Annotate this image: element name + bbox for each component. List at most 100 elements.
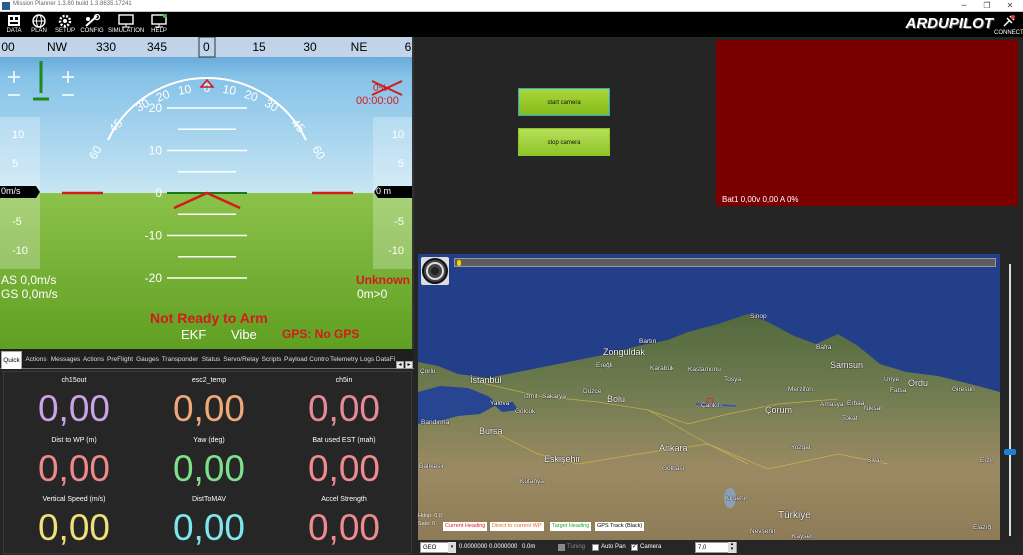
tuning-checkbox[interactable] [558,544,565,551]
quick-label: ch15out [61,377,87,384]
close-button[interactable]: ✕ [999,0,1021,12]
alt-current: 0 m [376,186,392,196]
map-place: Ordu [908,378,929,388]
flight-map[interactable]: Sinop Bartın Bafra Zonguldak Samsun Çorl… [418,254,1000,540]
tab-actions[interactable]: Actions [24,351,48,369]
data-icon [8,15,20,26]
quick-cell[interactable]: ch5in 0,00 [276,374,412,435]
progress-knob[interactable] [457,260,461,266]
flight-timer: 00:00:00 [356,95,399,107]
legend-current-heading: Current Heading [443,522,488,531]
tab-payload-control[interactable]: Payload Control [284,351,329,369]
speed-tape-label: 5 [12,158,18,170]
quick-label: Yaw (deg) [193,437,225,444]
map-place: Ünye [884,376,900,383]
tab-telemetry-logs[interactable]: Telemetry Logs [330,351,374,369]
legend-gps-track: GPS Track (Black) [595,522,645,531]
map-place: Niksar [864,405,883,412]
map-place: Sinop [750,313,767,320]
map-place: Karabük [650,365,675,372]
pitch-tick-label: 20 [149,101,163,115]
simulation-button[interactable]: SIMULATION [108,13,144,37]
hud-display: 00 NW 330 345 15 30 NE 6 60 45 30 20 10 0 10 20 30 45 60 … [0,37,414,349]
pitch-tick-label: 10 [149,144,163,158]
quick-cell[interactable]: Accel Strength 0,00 [276,493,412,554]
tab-quick[interactable]: Quick [1,351,22,369]
data-tabs: Quick Actions Messages Actions PreFlight… [0,349,414,369]
start-camera-button[interactable]: start camera [518,88,610,116]
camera-checkbox[interactable]: ✓ [631,544,638,551]
quick-cell[interactable]: Vertical Speed (m/s) 0,00 [6,493,142,554]
heading-tick-label: NE [351,40,368,54]
tab-messages[interactable]: Messages [50,351,81,369]
tuning-label: Tuning [567,544,586,550]
coordinates-readout: 0.0000000 0.0000000 [459,544,518,550]
quick-value: 0,00 [172,388,245,429]
help-button[interactable]: HELP [145,13,173,37]
map-place: Tosya [724,376,741,383]
map-place: Giresun [952,386,975,393]
quick-label: Vertical Speed (m/s) [42,496,106,503]
zoom-thumb[interactable] [1004,449,1016,455]
quick-cell[interactable]: ch15out 0,00 [6,374,142,435]
battery-percent: 0% [373,83,388,94]
tab-scripts[interactable]: Scripts [260,351,283,369]
window-title-bar: Mission Planner 1.3.80 build 1.3.8635.17… [0,0,1023,12]
quick-cell[interactable]: Bat used EST (mah) 0,00 [276,434,412,495]
map-compass[interactable] [421,257,449,285]
alt-tape-label: -5 [394,216,404,228]
map-place: Çankırı [701,402,722,409]
quick-cell[interactable]: DistToMAV 0,00 [141,493,277,554]
quick-label: DistToMAV [191,496,227,503]
mission-progress-bar[interactable] [454,258,996,267]
stop-camera-button[interactable]: stop camera [518,128,610,156]
map-imagery [418,254,1000,540]
setup-button[interactable]: SETUP [51,13,79,37]
tab-scroll-left-icon[interactable]: ◂ [396,361,404,369]
ekf-status[interactable]: EKF [181,327,206,342]
roll-tick-label: 10 [177,82,193,98]
map-place: Erzin [980,457,995,464]
alt-tape-label: 10 [392,129,404,141]
map-place: Tokat [842,415,858,422]
minimize-button[interactable]: ─ [953,0,975,12]
gps-status: GPS: No GPS [282,327,360,341]
map-place: Düzce [583,388,602,395]
connect-button[interactable]: CONNECT [994,13,1023,37]
quick-cell[interactable]: Dist to WP (m) 0,00 [6,434,142,495]
tab-preflight[interactable]: PreFlight [106,351,134,369]
map-place: Kütahya [520,478,544,485]
quick-cell[interactable]: Yaw (deg) 0,00 [141,434,277,495]
zoom-stepper-icon[interactable]: ▴ ▾ [728,542,736,553]
maximize-button[interactable]: ❐ [976,0,998,12]
simulation-label: SIMULATION [108,28,145,34]
plan-button[interactable]: PLAN [25,13,53,37]
tab-transponder[interactable]: Transponder [161,351,199,369]
map-zoom-slider[interactable] [1000,254,1023,540]
map-place: Bartın [639,338,657,345]
map-place: Çorlu [420,368,436,375]
speed-tape-label: -10 [12,245,28,257]
config-button[interactable]: CONFIG [78,13,106,37]
map-place: Merzifon [788,386,813,393]
pitch-tick-label: -20 [145,271,163,285]
tab-gauges[interactable]: Gauges [135,351,160,369]
quick-value: 0,00 [37,448,110,489]
quick-cell[interactable]: esc2_temp 0,00 [141,374,277,435]
map-place: Sivas [867,457,883,464]
quick-value: 0,00 [307,388,380,429]
autopan-checkbox[interactable] [592,544,599,551]
tab-scroll-right-icon[interactable]: ▸ [405,361,413,369]
zoom-track[interactable] [1009,264,1011,536]
tab-dataflash[interactable]: DataFl [375,351,396,369]
tab-status[interactable]: Status [200,351,222,369]
map-place: Bafra [816,344,832,351]
vibe-status[interactable]: Vibe [231,327,257,342]
tab-actions-2[interactable]: Actions [82,351,105,369]
quick-value: 0,00 [307,507,380,548]
data-button[interactable]: DATA [0,13,28,37]
monitor-icon [118,14,134,28]
dropdown-arrow-icon[interactable]: ▾ [448,542,456,553]
map-place: Kayseri [792,533,814,540]
tab-servo-relay[interactable]: Servo/Relay [223,351,259,369]
